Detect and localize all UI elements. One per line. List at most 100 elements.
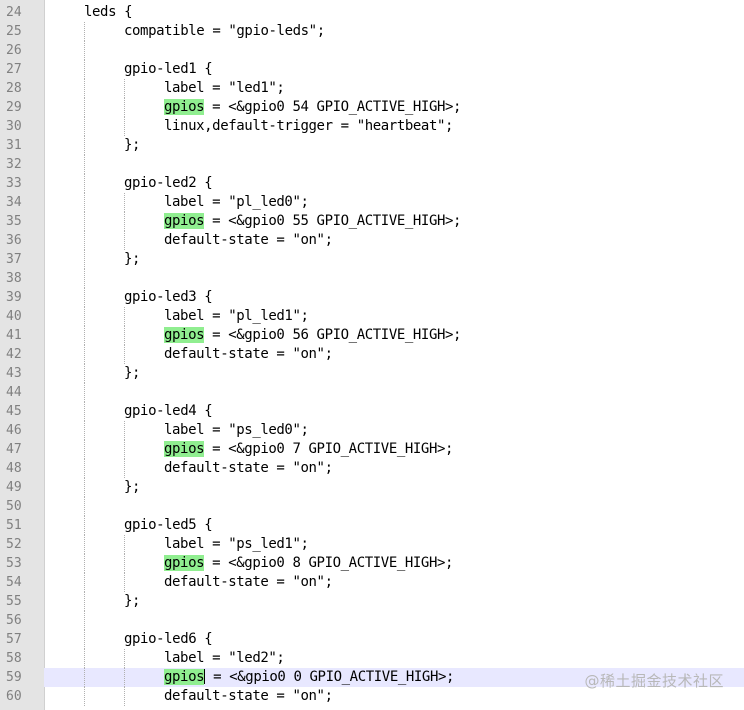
code-line[interactable]: 53 gpios = <&gpio0 8 GPIO_ACTIVE_HIGH>;: [0, 554, 744, 573]
code-editor[interactable]: 24 leds {25 compatible = "gpio-leds"; 26 27 g…: [0, 0, 744, 710]
line-number: 46: [0, 421, 44, 440]
code-line[interactable]: 38: [0, 269, 744, 288]
code-token: label = "led2";: [164, 650, 285, 666]
code-token: label = "pl_led1";: [164, 308, 309, 324]
line-number: 29: [0, 98, 44, 117]
indent-guide: [124, 554, 125, 573]
code-line[interactable]: 55};: [0, 592, 744, 611]
code-line[interactable]: 30 linux,default-trigger = "heartbeat";: [0, 117, 744, 136]
line-number: 36: [0, 231, 44, 250]
line-number: 37: [0, 250, 44, 269]
code-text: label = "pl_led1";: [164, 307, 309, 326]
code-line[interactable]: 54 default-state = "on";: [0, 573, 744, 592]
code-line[interactable]: 58 label = "led2";: [0, 649, 744, 668]
code-line[interactable]: 27 gpio-led1 {: [0, 60, 744, 79]
code-line[interactable]: 26: [0, 41, 744, 60]
indent-guide: [124, 231, 125, 250]
code-line[interactable]: 34 label = "pl_led0";: [0, 193, 744, 212]
indent-guide: [84, 364, 85, 383]
code-line[interactable]: 50: [0, 497, 744, 516]
line-number: 28: [0, 79, 44, 98]
code-line[interactable]: 47 gpios = <&gpio0 7 GPIO_ACTIVE_HIGH>;: [0, 440, 744, 459]
code-line[interactable]: 52 label = "ps_led1";: [0, 535, 744, 554]
code-token: gpio-led5 {: [124, 517, 213, 533]
indent-guide: [84, 117, 85, 136]
indent-guide: [84, 98, 85, 117]
code-token: default-state = "on";: [164, 460, 333, 476]
code-line[interactable]: 35 gpios = <&gpio0 55 GPIO_ACTIVE_HIGH>;: [0, 212, 744, 231]
code-line[interactable]: 42 default-state = "on";: [0, 345, 744, 364]
code-text: };: [124, 592, 140, 611]
indent-guide: [84, 79, 85, 98]
code-line[interactable]: 31};: [0, 136, 744, 155]
line-number: 31: [0, 136, 44, 155]
code-lines[interactable]: 24 leds {25 compatible = "gpio-leds"; 26 27 g…: [0, 3, 744, 706]
indent-guide: [84, 231, 85, 250]
line-number: 34: [0, 193, 44, 212]
indent-guide: [84, 592, 85, 611]
code-line[interactable]: 48 default-state = "on";: [0, 459, 744, 478]
line-number: 50: [0, 497, 44, 516]
indent-guide: [84, 668, 85, 687]
code-line[interactable]: 39 gpio-led3 {: [0, 288, 744, 307]
indent-guide: [124, 117, 125, 136]
code-text: };: [124, 478, 140, 497]
code-line[interactable]: 37};: [0, 250, 744, 269]
code-token: };: [124, 593, 141, 609]
line-number: 41: [0, 326, 44, 345]
code-line[interactable]: 33 gpio-led2 {: [0, 174, 744, 193]
line-number: 56: [0, 611, 44, 630]
indent-guide: [124, 79, 125, 98]
indent-guide: [124, 98, 125, 117]
line-number: 39: [0, 288, 44, 307]
code-text: compatible = "gpio-leds";: [124, 22, 325, 41]
search-highlight: gpios: [164, 213, 205, 229]
indent-guide: [84, 649, 85, 668]
code-text: leds {: [84, 3, 133, 22]
indent-guide: [84, 497, 85, 516]
code-line[interactable]: 51 gpio-led5 {: [0, 516, 744, 535]
indent-guide: [124, 687, 125, 706]
search-highlight: gpios: [164, 327, 205, 343]
indent-guide: [84, 22, 85, 41]
line-number: 26: [0, 41, 44, 60]
indent-guide: [84, 307, 85, 326]
code-text: gpio-led2 {: [124, 174, 213, 193]
code-line[interactable]: 25 compatible = "gpio-leds";: [0, 22, 744, 41]
indent-guide: [84, 60, 85, 79]
code-line[interactable]: 45 gpio-led4 {: [0, 402, 744, 421]
code-token: = <&gpio0 8 GPIO_ACTIVE_HIGH>;: [204, 555, 454, 571]
code-line[interactable]: 29 gpios = <&gpio0 54 GPIO_ACTIVE_HIGH>;: [0, 98, 744, 117]
indent-guide: [84, 383, 85, 402]
code-token: = <&gpio0 54 GPIO_ACTIVE_HIGH>;: [204, 99, 462, 115]
line-number: 45: [0, 402, 44, 421]
code-line[interactable]: 41 gpios = <&gpio0 56 GPIO_ACTIVE_HIGH>;: [0, 326, 744, 345]
line-number: 24: [0, 3, 44, 22]
code-line[interactable]: 40 label = "pl_led1";: [0, 307, 744, 326]
line-number: 59: [0, 668, 44, 687]
indent-guide: [84, 421, 85, 440]
code-line[interactable]: 24 leds {: [0, 3, 744, 22]
indent-guide: [124, 421, 125, 440]
indent-guide: [124, 345, 125, 364]
code-line[interactable]: 44: [0, 383, 744, 402]
indent-guide: [124, 535, 125, 554]
code-token: default-state = "on";: [164, 346, 333, 362]
code-line[interactable]: 56: [0, 611, 744, 630]
indent-guide: [84, 269, 85, 288]
code-token: compatible = "gpio-leds";: [124, 23, 325, 39]
indent-guide: [84, 516, 85, 535]
line-number: 57: [0, 630, 44, 649]
code-line[interactable]: 32: [0, 155, 744, 174]
code-line[interactable]: 28 label = "led1";: [0, 79, 744, 98]
indent-guide: [84, 212, 85, 231]
code-text: gpios = <&gpio0 55 GPIO_ACTIVE_HIGH>;: [164, 212, 461, 231]
code-text: linux,default-trigger = "heartbeat";: [164, 117, 453, 136]
code-line[interactable]: 43};: [0, 364, 744, 383]
code-line[interactable]: 57 gpio-led6 {: [0, 630, 744, 649]
code-line[interactable]: 36 default-state = "on";: [0, 231, 744, 250]
code-line[interactable]: 46 label = "ps_led0";: [0, 421, 744, 440]
indent-guide: [84, 554, 85, 573]
code-line[interactable]: 49};: [0, 478, 744, 497]
line-number: 44: [0, 383, 44, 402]
